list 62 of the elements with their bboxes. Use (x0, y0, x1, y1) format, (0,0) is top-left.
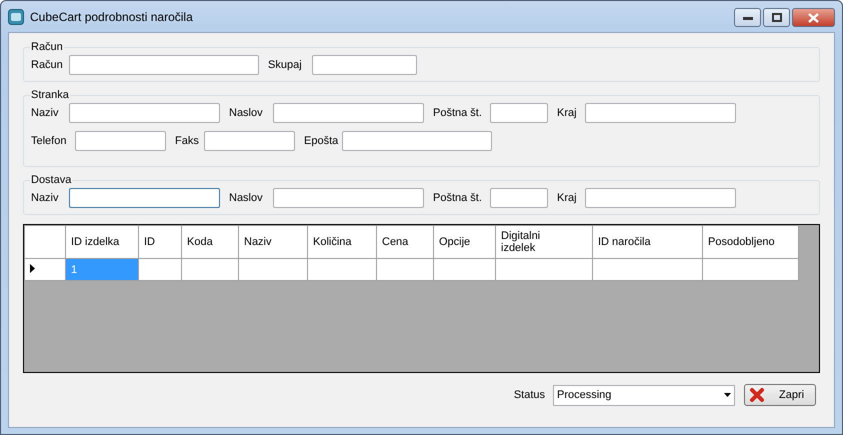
text-field[interactable] (312, 55, 417, 75)
column-header[interactable]: Opcije (434, 226, 496, 258)
column-header[interactable]: Digitalni izdelek (496, 226, 592, 258)
field-label: Poštna št. (433, 107, 483, 119)
app-icon (8, 8, 24, 24)
field-label: Naslov (229, 192, 264, 204)
caret-icon (724, 393, 731, 397)
text-field[interactable] (273, 103, 424, 123)
column-header[interactable]: ID naročila (592, 226, 702, 258)
minimize-icon (742, 16, 752, 20)
table-cell[interactable] (238, 258, 308, 280)
group-title: Dostava (30, 174, 72, 186)
field-label: Naziv (31, 192, 60, 204)
field-label: Naziv (31, 107, 60, 119)
group-title: Stranka (30, 89, 70, 101)
field-label: Skupaj (268, 59, 303, 71)
field-label: Telefon (31, 135, 68, 147)
table-cell[interactable] (592, 258, 702, 280)
text-field[interactable] (585, 188, 736, 208)
table-cell[interactable] (308, 258, 376, 280)
table-cell[interactable] (138, 258, 182, 280)
column-header[interactable]: ID (138, 226, 182, 258)
minimize-button[interactable] (734, 8, 761, 27)
group-title: Račun (30, 41, 64, 53)
field-label: Faks (175, 135, 200, 147)
field-label: Kraj (557, 107, 578, 119)
table-cell[interactable] (182, 258, 238, 280)
close-button[interactable]: Zapri (744, 384, 816, 406)
table-cell[interactable] (376, 258, 434, 280)
field-label: Naslov (229, 107, 264, 119)
status-dropdown[interactable]: Processing (553, 384, 735, 406)
field-label: Kraj (557, 192, 578, 204)
close-button[interactable] (792, 8, 835, 27)
column-header[interactable]: Naziv (238, 226, 308, 258)
text-field[interactable] (273, 188, 424, 208)
table-cell[interactable] (702, 258, 798, 280)
column-header[interactable]: Koda (182, 226, 238, 258)
text-field[interactable] (69, 188, 220, 208)
column-header[interactable]: Cena (376, 226, 434, 258)
field-label: Račun (31, 59, 64, 71)
x-icon (749, 387, 765, 403)
field-label: Poštna št. (433, 192, 483, 204)
table-cell[interactable] (496, 258, 592, 280)
status-label: Status (514, 389, 545, 401)
field-label: Epošta (304, 135, 340, 147)
text-field[interactable] (69, 103, 220, 123)
close-icon (808, 12, 819, 22)
text-field[interactable] (342, 131, 492, 151)
column-header[interactable]: Posodobljeno (702, 226, 798, 258)
column-header[interactable]: ID izdelka (66, 226, 138, 258)
text-field[interactable] (585, 103, 736, 123)
window-title: CubeCart podrobnosti naročila (30, 10, 194, 24)
text-field[interactable] (490, 188, 548, 208)
text-field[interactable] (69, 55, 259, 75)
table-cell[interactable] (434, 258, 496, 280)
column-header[interactable]: Količina (308, 226, 376, 258)
row-header[interactable] (24, 258, 66, 280)
text-field[interactable] (204, 131, 295, 151)
text-field[interactable] (75, 131, 166, 151)
maximize-icon (772, 13, 782, 22)
maximize-button[interactable] (763, 8, 790, 27)
text-field[interactable] (490, 103, 548, 123)
